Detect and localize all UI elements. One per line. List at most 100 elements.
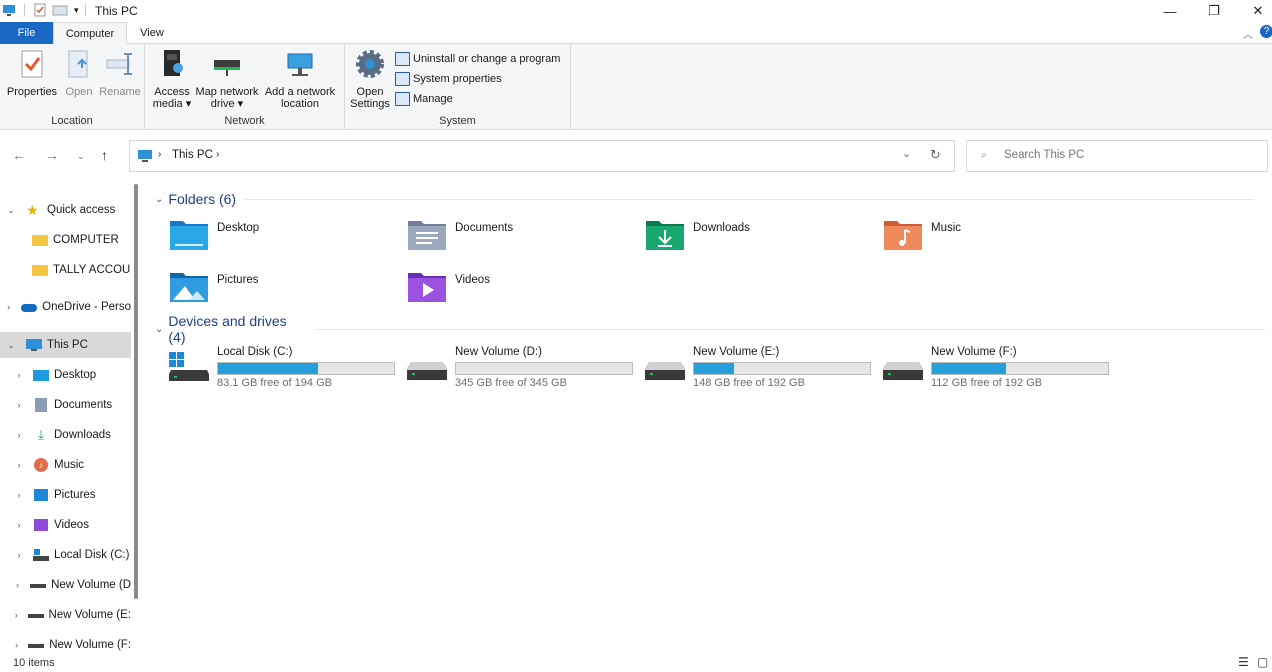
tab-view[interactable]: View (132, 22, 172, 44)
chevron-down-icon[interactable]: ⌄ (155, 194, 163, 205)
folder-music[interactable]: Music (883, 218, 961, 258)
chevron-right-icon[interactable]: › (6, 302, 11, 312)
nav-local-disk-c[interactable]: › Local Disk (C:) (0, 542, 131, 568)
chevron-right-icon[interactable]: › (14, 460, 24, 470)
folder-downloads-label: Downloads (693, 222, 750, 234)
minimize-button[interactable]: — (1148, 0, 1192, 22)
chevron-down-icon[interactable]: ⌄ (155, 324, 163, 335)
folder-music-label: Music (931, 222, 962, 234)
quick-access-toolbar: ▾ (2, 3, 92, 17)
nav-this-pc[interactable]: ⌄ This PC (0, 332, 131, 358)
tab-computer[interactable]: Computer (53, 22, 127, 45)
network-group-label: Network (224, 115, 265, 127)
nav-computer-folder[interactable]: COMPUTER (0, 227, 131, 253)
drive-volume-d[interactable]: New Volume (D:) 345 GB free of 345 GB (407, 346, 637, 389)
search-box[interactable]: ⌕ Search This PC (966, 140, 1268, 172)
system-properties-icon (395, 72, 410, 86)
properties-button[interactable]: Properties (6, 48, 58, 98)
chevron-right-icon[interactable]: › (14, 640, 19, 650)
nav-quick-access[interactable]: ⌄ ★ Quick access (0, 197, 131, 223)
chevron-right-icon[interactable]: › (14, 520, 24, 530)
chevron-right-icon[interactable]: › (14, 400, 24, 410)
folder-downloads[interactable]: Downloads (645, 218, 750, 258)
map-network-drive-label-2: drive ▾ (210, 98, 244, 110)
rename-button[interactable]: Rename (98, 48, 142, 98)
open-button[interactable]: Open (62, 48, 96, 98)
address-dropdown-icon[interactable]: ⌄ (902, 147, 911, 160)
drives-section-header[interactable]: ⌄ Devices and drives (4) (155, 313, 1265, 345)
add-network-location-label-2: location (281, 98, 319, 110)
back-arrow-icon[interactable]: ← (12, 147, 26, 163)
folder-pictures[interactable]: Pictures (169, 270, 259, 310)
map-network-drive-button[interactable]: Map network drive ▾ (194, 48, 260, 110)
breadcrumb-separator-icon[interactable]: › (158, 149, 161, 160)
folder-documents[interactable]: Documents (407, 218, 513, 258)
nav-volume-f[interactable]: › New Volume (F: (0, 632, 131, 654)
manage-button[interactable]: Manage (395, 90, 453, 108)
nav-volume-d[interactable]: › New Volume (D (0, 572, 131, 598)
folder-desktop[interactable]: Desktop (169, 218, 259, 258)
nav-desktop[interactable]: › Desktop (0, 362, 131, 388)
close-button[interactable]: ✕ (1236, 0, 1272, 22)
drive-volume-f[interactable]: New Volume (F:) 112 GB free of 192 GB (883, 346, 1113, 389)
nav-music[interactable]: › ♪ Music (0, 452, 131, 478)
nav-onedrive[interactable]: › OneDrive - Perso (0, 294, 131, 320)
details-view-icon[interactable]: ☰ (1238, 655, 1249, 669)
chevron-right-icon[interactable]: › (14, 550, 24, 560)
nav-videos[interactable]: › Videos (0, 512, 131, 538)
ribbon-group-location: Properties Open Rename Location (0, 44, 145, 130)
nav-this-pc-label: This PC (47, 339, 88, 351)
chevron-right-icon[interactable]: › (14, 580, 21, 590)
recent-locations-chevron-icon[interactable]: ⌄ (77, 151, 85, 162)
navigation-row: ← → ⌄ ↑ › This PC › ⌄ ↻ ⌕ Search This PC (0, 130, 1272, 182)
address-bar[interactable]: › This PC › ⌄ ↻ (129, 140, 955, 172)
windows-drive-icon (169, 352, 209, 381)
system-properties-button[interactable]: System properties (395, 70, 502, 88)
restore-button[interactable]: ❐ (1192, 0, 1236, 22)
chevron-down-icon[interactable]: ⌄ (6, 340, 16, 351)
large-icons-view-icon[interactable]: ▢ (1257, 655, 1268, 669)
nav-volume-e[interactable]: › New Volume (E: (0, 602, 131, 628)
add-network-location-button[interactable]: Add a network location (263, 48, 337, 110)
drive-volume-e[interactable]: New Volume (E:) 148 GB free of 192 GB (645, 346, 875, 389)
videos-folder-icon (407, 270, 447, 304)
chevron-right-icon[interactable]: › (14, 370, 24, 380)
chevron-right-icon[interactable]: › (14, 610, 19, 620)
nav-tally-folder[interactable]: TALLY ACCOUN (0, 257, 131, 283)
collapse-ribbon-icon[interactable]: ︿ (1243, 26, 1253, 41)
chevron-down-icon[interactable]: ⌄ (6, 205, 16, 216)
open-icon (68, 50, 88, 78)
this-pc-icon (138, 150, 152, 162)
properties-qa-icon[interactable] (33, 3, 47, 17)
navigation-pane-scrollbar[interactable] (133, 184, 139, 652)
breadcrumb-chevron-icon[interactable]: › (216, 149, 219, 160)
star-icon: ★ (26, 202, 39, 218)
up-arrow-icon[interactable]: ↑ (101, 147, 108, 163)
customize-qa-dropdown-icon[interactable]: ▾ (74, 5, 79, 16)
breadcrumb-this-pc[interactable]: This PC (172, 149, 213, 161)
ribbon-group-network: Access media ▾ Map network drive ▾ Add a… (145, 44, 345, 130)
chevron-right-icon[interactable]: › (14, 490, 24, 500)
scrollbar-thumb[interactable] (134, 184, 138, 599)
open-settings-button[interactable]: Open Settings (349, 48, 391, 110)
drive-d-free: 345 GB free of 345 GB (455, 377, 567, 389)
drive-f-usage-bar (931, 362, 1109, 375)
chevron-right-icon[interactable]: › (14, 430, 24, 440)
nav-documents[interactable]: › Documents (0, 392, 131, 418)
nav-computer-label: COMPUTER (53, 234, 119, 246)
folder-videos[interactable]: Videos (407, 270, 490, 310)
forward-arrow-icon[interactable]: → (45, 147, 59, 163)
refresh-icon[interactable]: ↻ (930, 147, 941, 163)
tab-file[interactable]: File (0, 22, 53, 44)
new-folder-qa-icon[interactable] (52, 3, 68, 17)
folder-icon (32, 263, 48, 277)
nav-pictures[interactable]: › Pictures (0, 482, 131, 508)
uninstall-program-button[interactable]: Uninstall or change a program (395, 50, 560, 68)
nav-volume-d-label: New Volume (D (51, 579, 131, 591)
access-media-button[interactable]: Access media ▾ (152, 48, 192, 110)
search-placeholder: Search This PC (1004, 149, 1085, 161)
drive-local-disk-c[interactable]: Local Disk (C:) 83.1 GB free of 194 GB (169, 346, 399, 389)
help-icon[interactable]: ? (1260, 25, 1272, 38)
nav-downloads[interactable]: › ⤓ Downloads (0, 422, 131, 448)
folders-section-header[interactable]: ⌄ Folders (6) (155, 189, 1265, 209)
